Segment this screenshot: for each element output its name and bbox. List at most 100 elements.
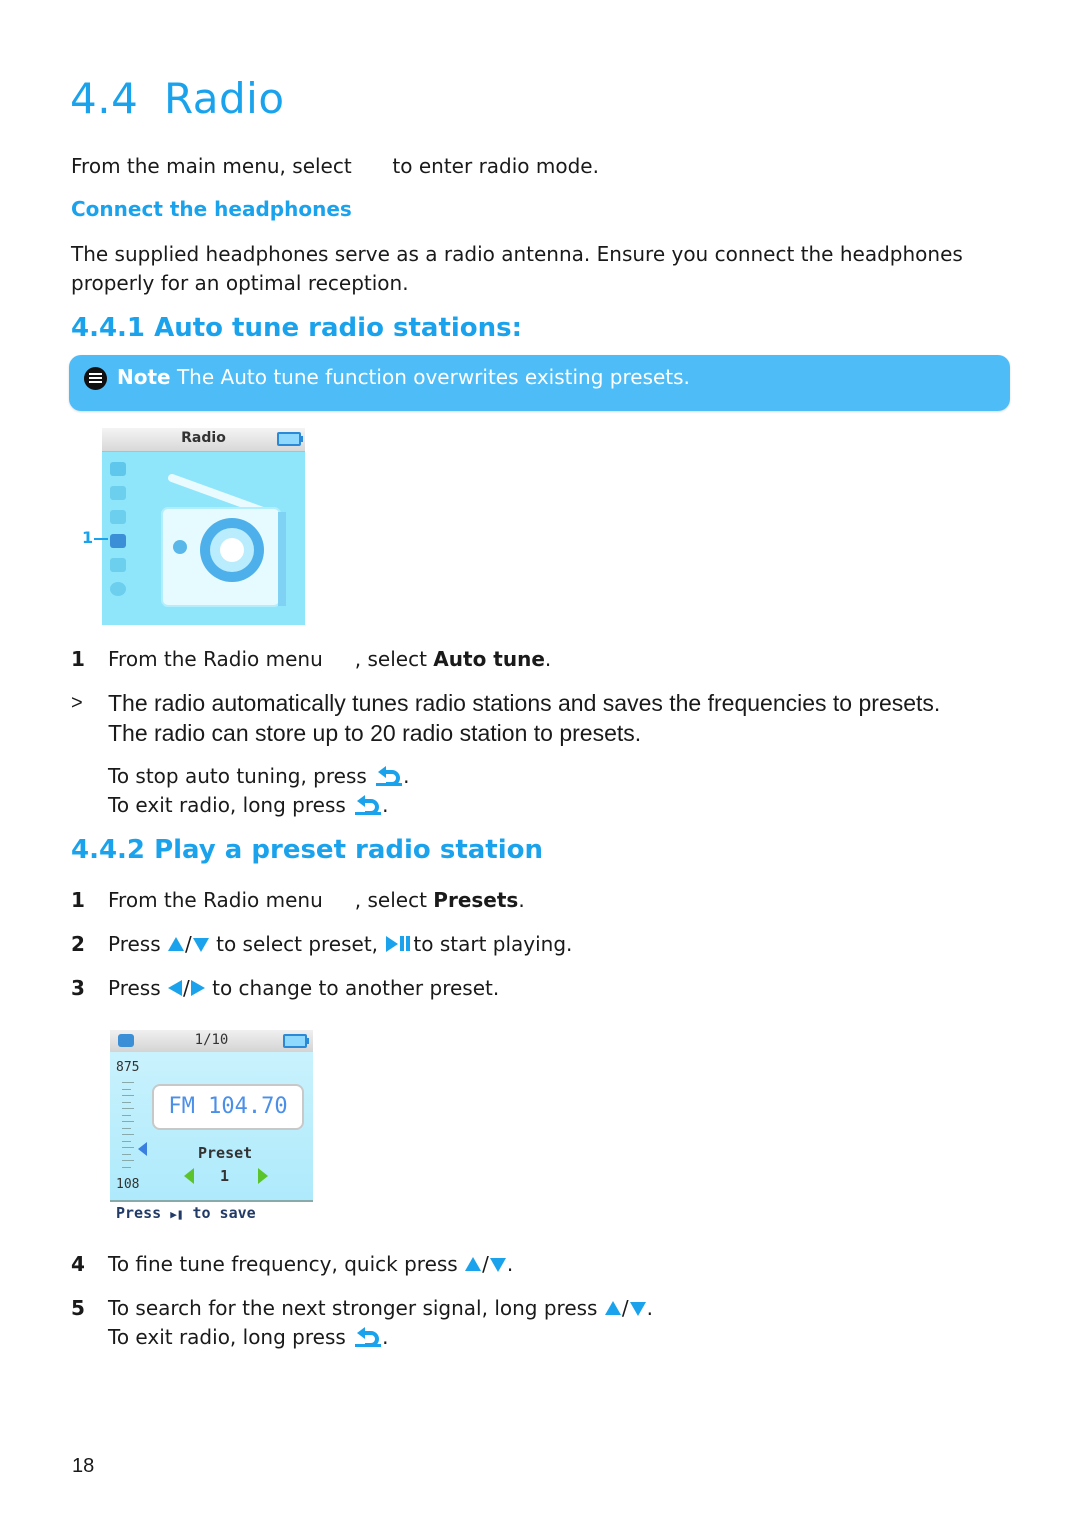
step-number: 4	[71, 1252, 85, 1276]
step-number: 2	[71, 932, 85, 956]
play-pause-icon	[386, 935, 411, 952]
callout-line	[94, 538, 108, 540]
step-text-before: Press	[108, 932, 161, 956]
step-text-end: .	[544, 647, 552, 671]
scale-tick	[122, 1147, 134, 1148]
result-line1: The radio automatically tunes radio stat…	[108, 690, 941, 716]
step-text: To fine tune frequency, quick press /.	[108, 1250, 513, 1279]
scale-tick	[122, 1082, 134, 1083]
preset-step-2: 2 Press / to select preset, to start pla…	[71, 930, 971, 960]
save-hint: Press ▶❚ to save	[116, 1204, 256, 1222]
step-text-end: .	[518, 888, 525, 912]
result-line2: The radio can store up to 20 radio stati…	[108, 720, 642, 746]
result-marker: >	[71, 692, 83, 714]
video-menu-icon	[110, 510, 126, 524]
step-text: To search for the next stronger signal, …	[108, 1294, 653, 1323]
section-number: 4.4	[70, 74, 139, 123]
step-text: Press / to select preset, to start playi…	[108, 930, 572, 959]
scale-tick	[122, 1121, 134, 1122]
step-text-end: .	[646, 1296, 653, 1320]
step-text: Press / to change to another preset.	[108, 974, 499, 1003]
preset-step-5: 5 To search for the next stronger signal…	[71, 1294, 971, 1354]
auto-tune-option: Auto tune	[433, 647, 545, 671]
right-arrow-icon	[190, 980, 205, 996]
preset-step-1: 1 From the Radio menu , select Presets.	[71, 886, 971, 916]
step-text-before: To fine tune frequency, quick press	[108, 1252, 458, 1276]
screen-title: Radio	[181, 430, 226, 446]
scale-tick	[122, 1095, 134, 1096]
separator: /	[621, 1296, 629, 1320]
step-text-before: From the Radio menu	[108, 888, 323, 912]
scale-bottom-label: 108	[116, 1177, 140, 1192]
next-preset-icon	[258, 1168, 268, 1184]
step-text: From the Radio menu , select Presets.	[108, 886, 525, 915]
step-number: 3	[71, 976, 85, 1000]
down-arrow-icon	[629, 1301, 646, 1316]
preset-number: 1	[220, 1167, 230, 1185]
intro-before: From the main menu, select	[71, 154, 352, 178]
step-text-mid: to select preset,	[216, 932, 379, 956]
section-title: Radio	[164, 74, 285, 123]
scale-tick	[122, 1160, 134, 1161]
scale-tick	[122, 1127, 131, 1129]
connect-text-line1: The supplied headphones serve as a radio…	[71, 242, 963, 266]
presets-option: Presets	[433, 888, 519, 912]
up-arrow-icon	[465, 1256, 482, 1271]
scale-tick	[122, 1166, 131, 1168]
page-number: 18	[72, 1455, 95, 1477]
connect-headphones-heading: Connect the headphones	[71, 197, 352, 221]
scale-tick	[122, 1088, 131, 1090]
battery-icon	[277, 432, 303, 446]
step-text: From the Radio menu , select Auto tune.	[108, 645, 551, 674]
separator: /	[482, 1252, 489, 1276]
frequency-display: FM 104.70	[152, 1084, 304, 1130]
frequency-pointer-icon	[138, 1142, 147, 1156]
exit-text: To exit radio, long press	[108, 793, 346, 817]
scale-top-label: 875	[116, 1060, 140, 1075]
music-menu-icon	[110, 462, 126, 476]
battery-icon	[283, 1034, 309, 1048]
step-text-end: to start playing.	[413, 932, 573, 956]
step-text-end: .	[506, 1252, 514, 1276]
up-arrow-icon	[604, 1300, 621, 1315]
preset-heading: 4.4.2 Play a preset radio station	[71, 835, 544, 865]
step-text-before: From the Radio menu	[108, 647, 323, 671]
device-screen-fm-tuner: 1/10 875 108 FM 104.70 Preset 1	[110, 1030, 313, 1202]
radio-illustration-icon	[161, 474, 286, 607]
period: .	[382, 793, 389, 817]
step-number: 1	[71, 647, 85, 671]
screen-status-bar: 1/10	[110, 1030, 313, 1052]
period: .	[403, 764, 410, 788]
auto-tune-result: > The radio automatically tunes radio st…	[71, 688, 1031, 748]
radio-menu-icon	[110, 534, 126, 548]
down-arrow-icon	[489, 1257, 506, 1272]
scale-tick	[122, 1134, 134, 1135]
note-label: Note	[117, 365, 171, 389]
exit-radio-text: To exit radio, long press .	[108, 791, 389, 821]
scale-tick	[122, 1153, 131, 1155]
step-text-mid: , select	[354, 888, 427, 912]
save-hint-after: to save	[192, 1204, 256, 1222]
scale-tick	[122, 1108, 134, 1109]
note-icon	[84, 367, 107, 390]
preset-step-4: 4 To fine tune frequency, quick press /.	[71, 1250, 971, 1280]
save-hint-before: Press	[116, 1204, 162, 1222]
intro-text: From the main menu, select to enter radi…	[71, 152, 599, 181]
stop-text: To stop auto tuning, press	[108, 764, 367, 788]
screen-title-bar: Radio	[102, 428, 305, 452]
up-arrow-icon	[168, 936, 184, 951]
step-text-end: to change to another preset.	[212, 976, 500, 1000]
back-icon	[376, 765, 403, 786]
step-number: 1	[71, 888, 85, 912]
step-text-line2: To exit radio, long press .	[108, 1323, 389, 1353]
note-message: The Auto tune function overwrites existi…	[176, 365, 690, 389]
settings-menu-icon	[110, 582, 126, 596]
note-box: Note The Auto tune function overwrites e…	[69, 355, 1010, 411]
preset-label: Preset	[198, 1144, 253, 1162]
note-text: Note The Auto tune function overwrites e…	[117, 365, 690, 389]
left-arrow-icon	[168, 980, 182, 996]
intro-after: to enter radio mode.	[392, 154, 599, 178]
auto-tune-heading: 4.4.1 Auto tune radio stations:	[71, 313, 523, 343]
connect-text-line2: properly for an optimal reception.	[71, 271, 409, 295]
callout-number: 1	[82, 528, 94, 547]
